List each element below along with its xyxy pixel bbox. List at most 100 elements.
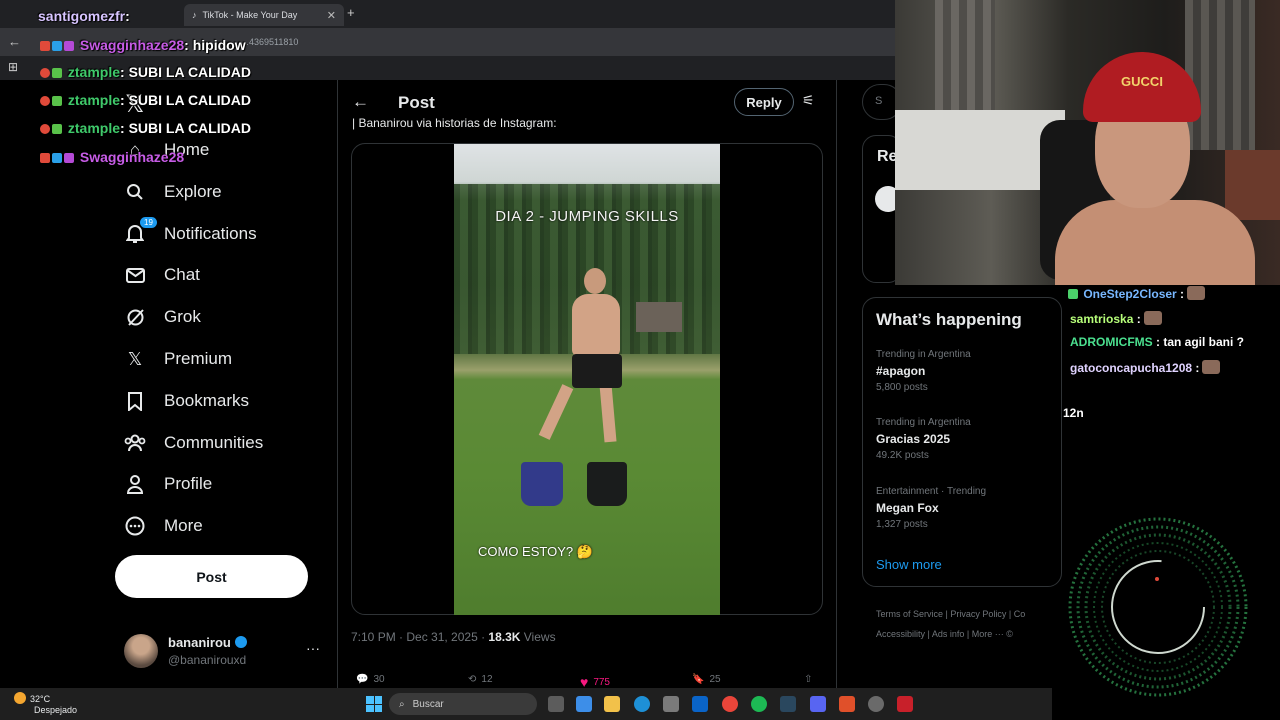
new-tab-icon[interactable]: + — [347, 5, 355, 20]
post-timestamp: 7:10 PM · Dec 31, 2025 · 18.3K Views — [351, 630, 556, 644]
badge-icon — [64, 153, 74, 163]
account-handle: @bananirouxd — [168, 653, 247, 667]
more-circle-icon — [124, 515, 146, 537]
chat-message: : — [1176, 287, 1185, 301]
share-action[interactable]: ⇧ — [804, 674, 812, 685]
edge-icon[interactable] — [634, 696, 650, 712]
steam-icon[interactable] — [780, 696, 796, 712]
search-icon: ⌕ — [399, 698, 405, 710]
trend-item[interactable]: Entertainment · Trending Megan Fox 1,327… — [876, 486, 986, 530]
taskbar-search[interactable]: ⌕ Buscar — [389, 693, 537, 715]
grok-icon — [124, 306, 146, 328]
avatar — [124, 634, 158, 668]
notification-badge: 19 — [140, 217, 157, 228]
chrome-icon[interactable] — [722, 696, 738, 712]
weather-widget[interactable]: 32°C Despejado — [14, 692, 77, 716]
nav-more[interactable]: More — [124, 511, 203, 541]
show-more-link[interactable]: Show more — [876, 557, 942, 572]
webcam-curtain — [935, 0, 995, 110]
footer-line[interactable]: Accessibility | Ads info | More ··· © — [876, 624, 1056, 644]
repost-action[interactable]: ⟲ 12 — [468, 674, 493, 685]
trend-context: Trending in Argentina — [876, 349, 971, 360]
nav-grok-label: Grok — [164, 307, 201, 326]
chat-message: : — [1133, 312, 1141, 326]
bookmark-action[interactable]: 🔖 25 — [692, 674, 721, 685]
nav-grok[interactable]: Grok — [124, 302, 201, 332]
badge-icon — [40, 41, 50, 51]
divider — [337, 80, 338, 690]
reply-button[interactable]: Reply — [734, 88, 794, 116]
nav-explore[interactable]: Explore — [124, 177, 222, 207]
browser-back-icon[interactable]: ← — [8, 34, 21, 49]
nav-profile-label: Profile — [164, 474, 213, 493]
app-icon[interactable] — [868, 696, 884, 712]
badge-icon — [1068, 289, 1078, 299]
audio-visualizer — [1066, 507, 1256, 707]
file-explorer-icon[interactable] — [604, 696, 620, 712]
trend-item[interactable]: Trending in Argentina #apagon 5,800 post… — [876, 349, 971, 393]
video-text-top: DIA 2 - JUMPING SKILLS — [495, 208, 679, 225]
nav-premium[interactable]: 𝕏 Premium — [124, 344, 232, 374]
back-arrow-icon[interactable]: ← — [352, 92, 369, 112]
nav-chat[interactable]: Chat — [124, 260, 200, 290]
chat-user: OneStep2Closer — [1083, 287, 1177, 301]
chat-line: ztample: SUBI LA CALIDAD — [40, 64, 251, 80]
weather-temp: 32°C — [30, 694, 51, 704]
copilot-icon[interactable] — [576, 696, 592, 712]
badge-icon — [40, 153, 50, 163]
video-bucket-black — [587, 462, 627, 506]
badge-icon — [52, 153, 62, 163]
webcam-streamer-torso — [1055, 200, 1255, 285]
apps-grid-icon[interactable]: ⊞ — [8, 60, 18, 74]
tab-title: TikTok - Make Your Day — [202, 10, 298, 20]
search-placeholder: S — [875, 95, 883, 107]
post-views-count: 18.3K — [488, 630, 521, 644]
chat-user: ztample — [67, 120, 121, 136]
close-tab-icon[interactable]: ✕ — [327, 9, 336, 22]
chat-line: santigomezfr: — [38, 8, 130, 24]
url-text[interactable]: …4369511810 — [240, 37, 298, 47]
chat-line: Swagginhaze28: hipidow — [40, 37, 246, 53]
outlook-icon[interactable] — [692, 696, 708, 712]
video-person-leg — [599, 383, 617, 443]
reply-action[interactable]: 💬 30 — [356, 674, 385, 685]
video-person-leg — [538, 384, 574, 440]
bookmark-icon — [124, 390, 146, 412]
nav-bookmarks[interactable]: Bookmarks — [124, 386, 249, 416]
account-switcher[interactable]: bananirou @bananirouxd ··· — [124, 632, 324, 672]
post-caption: | Bananirou via historias de Instagram: — [352, 116, 557, 130]
nav-notifications[interactable]: 19 Notifications — [124, 217, 257, 249]
badge-icon — [52, 96, 62, 106]
discord-icon[interactable] — [810, 696, 826, 712]
badge-icon — [52, 68, 62, 78]
app-icon[interactable] — [897, 696, 913, 712]
bookmark-icon: 🔖 — [692, 674, 705, 685]
like-count: 775 — [593, 676, 610, 688]
nav-notifications-label: Notifications — [164, 224, 257, 243]
nav-communities-label: Communities — [164, 433, 264, 452]
reply-count: 30 — [373, 674, 385, 685]
nav-profile[interactable]: Profile — [124, 469, 212, 499]
browser-tab-tiktok[interactable]: ♪ TikTok - Make Your Day ✕ — [184, 4, 344, 26]
filter-icon[interactable]: ⚟ — [802, 92, 815, 109]
post-views-label: Views — [520, 630, 556, 644]
chat-fragment: 12n — [1063, 406, 1084, 420]
spotify-icon[interactable] — [751, 696, 767, 712]
share-icon: ⇧ — [804, 674, 813, 685]
windows-start-icon[interactable] — [366, 696, 382, 712]
chat-user: santigomezfr — [38, 8, 126, 24]
emote-icon — [1143, 311, 1162, 325]
emote-icon — [1187, 286, 1206, 300]
app-icon[interactable] — [839, 696, 855, 712]
footer-line[interactable]: Terms of Service | Privacy Policy | Co — [876, 604, 1056, 624]
store-icon[interactable] — [663, 696, 679, 712]
trend-item[interactable]: Trending in Argentina Gracias 2025 49.2K… — [876, 417, 971, 461]
post-video[interactable]: DIA 2 - JUMPING SKILLS COMO ESTOY? 🤔 — [454, 144, 720, 615]
post-button[interactable]: Post — [115, 555, 308, 598]
more-dots-icon[interactable]: ··· — [306, 640, 320, 656]
badge-icon — [40, 124, 50, 134]
whats-happening-card: What’s happening Trending in Argentina #… — [862, 297, 1062, 587]
post-time: 7:10 PM · Dec 31, 2025 · — [351, 630, 489, 644]
task-view-icon[interactable] — [548, 696, 564, 712]
nav-communities[interactable]: Communities — [124, 428, 263, 458]
